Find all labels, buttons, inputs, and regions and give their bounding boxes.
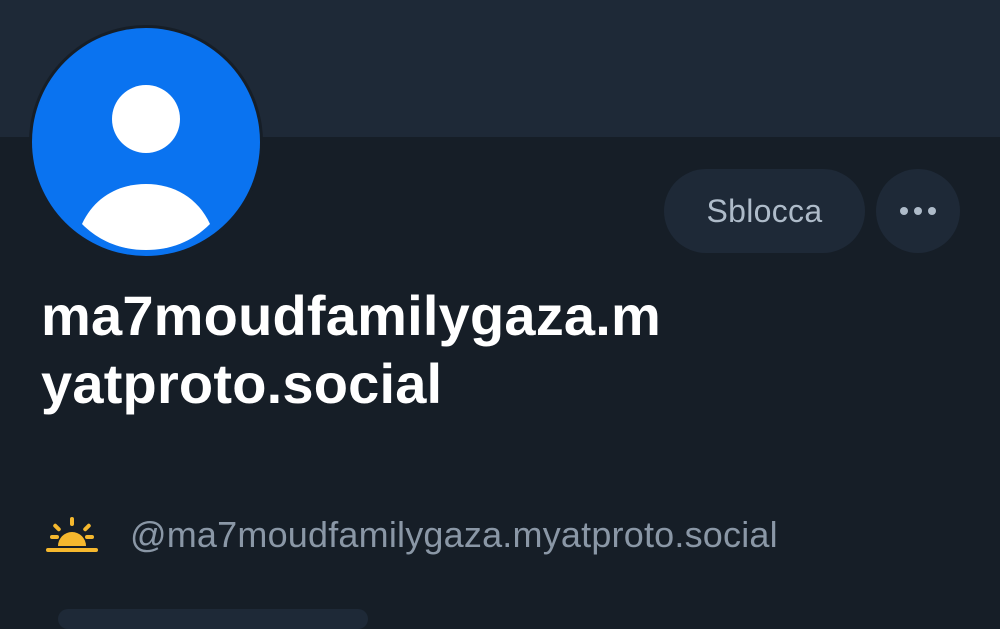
default-user-avatar-icon — [32, 28, 260, 256]
unblock-button-label: Sblocca — [706, 192, 823, 229]
ellipsis-icon — [900, 207, 936, 215]
sunrise-icon — [46, 517, 98, 552]
partial-button[interactable] — [58, 609, 368, 629]
profile-handle: @ma7moudfamilygaza.myatproto.social — [130, 514, 778, 555]
more-options-button[interactable] — [876, 169, 960, 253]
unblock-button[interactable]: Sblocca — [664, 169, 865, 253]
avatar[interactable] — [29, 25, 263, 259]
profile-display-name: ma7moudfamilygaza.myatproto.social — [41, 284, 661, 415]
handle-row: @ma7moudfamilygaza.myatproto.social — [44, 510, 778, 560]
